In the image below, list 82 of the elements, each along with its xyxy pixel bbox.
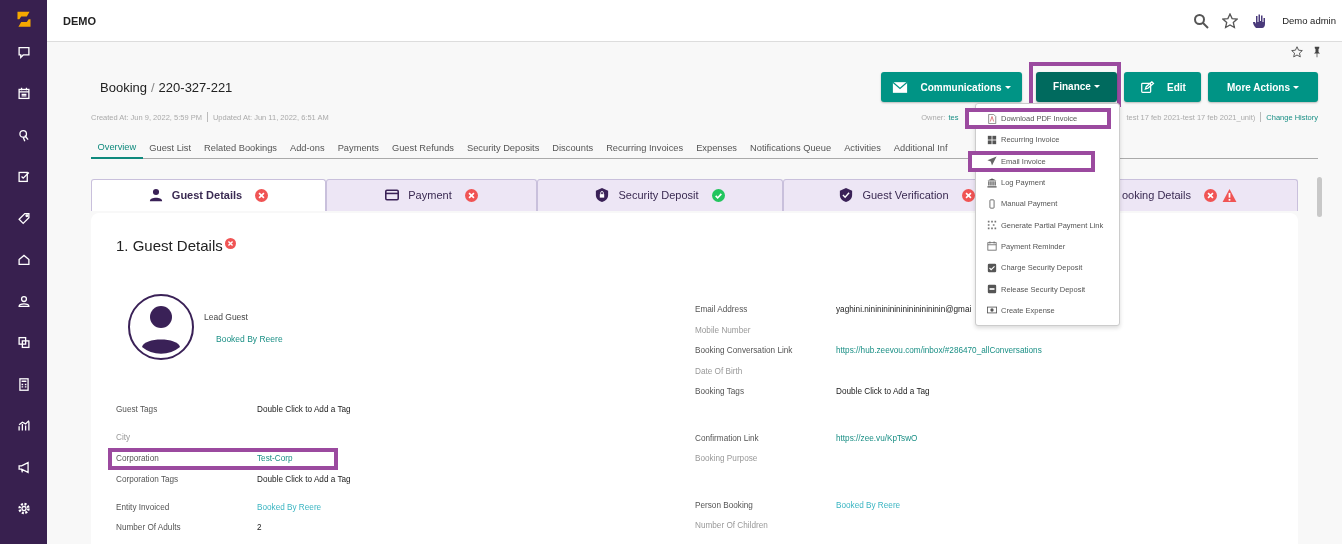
field-link[interactable]: https://hub.zeevou.com/inbox/#286470_allConversations <box>836 346 1042 356</box>
chart-icon[interactable] <box>16 419 31 433</box>
nav-tab[interactable]: Security Deposits <box>460 139 546 159</box>
field-label: Confirmation Link <box>695 433 760 443</box>
check-icon[interactable] <box>16 170 31 184</box>
field-label: Booking Tags <box>695 387 745 397</box>
guest-role: Lead Guest <box>204 311 249 322</box>
action-button[interactable]: Communications <box>881 72 1022 102</box>
hand-icon[interactable] <box>1251 12 1268 29</box>
settings-icon[interactable] <box>16 502 31 516</box>
field-value: Double Click to Add a Tag <box>257 475 351 485</box>
step-tab[interactable]: Guest Details <box>91 178 326 211</box>
user-menu[interactable]: Demo admin <box>1280 15 1342 26</box>
star-icon[interactable] <box>1222 12 1239 29</box>
field-value: 2 <box>257 523 262 533</box>
action-button[interactable]: More Actions <box>1208 72 1318 102</box>
tag-icon[interactable] <box>16 211 31 225</box>
action-button[interactable]: Finance <box>1036 71 1117 102</box>
star-icon[interactable] <box>1291 46 1303 58</box>
banknote-icon <box>987 305 997 316</box>
shield-check-icon <box>839 188 854 202</box>
shield-lock-icon <box>595 188 610 202</box>
calc-icon[interactable] <box>16 377 31 391</box>
nav-tab[interactable]: Additional Inf <box>887 139 955 159</box>
field-label: Mobile Number <box>695 325 752 335</box>
avatar-icon <box>128 293 194 360</box>
field-link[interactable]: https://zee.vu/KpTswO <box>836 433 918 443</box>
nav-tab[interactable]: Recurring Invoices <box>599 139 690 159</box>
field-value: Double Click to Add a Tag <box>836 387 930 397</box>
nav-tab[interactable]: Notifications Queue <box>743 139 838 159</box>
field-label: Date Of Birth <box>695 366 744 376</box>
nav-tab[interactable]: Related Bookings <box>197 139 284 159</box>
chat-icon[interactable] <box>16 45 31 59</box>
field-label: Guest Tags <box>116 405 159 415</box>
field-label: City <box>116 432 132 442</box>
field-label: Corporation Tags <box>116 475 180 485</box>
nav-tab[interactable]: Discounts <box>545 139 600 159</box>
field-value: Double Click to Add a Tag <box>257 405 351 415</box>
nav-tab[interactable]: Overview <box>91 139 143 159</box>
field-link[interactable]: Test-Corp <box>257 454 293 463</box>
field-label: Corporation <box>116 454 160 463</box>
booking-number: 220-327-221 <box>158 79 233 95</box>
step-tab[interactable]: Security Deposit <box>537 178 783 211</box>
calendar-icon <box>987 241 997 252</box>
field-label: Email Address <box>695 305 749 315</box>
credit-card-icon <box>385 188 400 202</box>
checkbox-icon <box>987 262 997 273</box>
app-name: DEMO <box>63 14 96 27</box>
person-icon <box>148 188 163 202</box>
action-button[interactable]: Edit <box>1124 72 1201 102</box>
step-tab[interactable]: Payment <box>326 178 537 211</box>
field-label: Booking Purpose <box>695 454 759 464</box>
scrollbar[interactable] <box>1317 177 1322 217</box>
pdf-file-icon <box>987 113 997 124</box>
nav-tab[interactable]: Add-ons <box>283 139 332 159</box>
breadcrumb-link[interactable]: Booking <box>100 79 147 95</box>
field-value: yaghini.ninininininininininininin@gmai <box>836 305 972 315</box>
person-icon[interactable] <box>16 294 31 308</box>
edit-icon <box>1139 80 1156 94</box>
search-icon[interactable] <box>1193 12 1210 29</box>
minus-square-icon <box>987 284 997 294</box>
grid-icon <box>987 134 997 145</box>
field-label: Number Of Children <box>695 521 769 531</box>
field-label: Entity Invoiced <box>116 502 171 512</box>
nav-tab[interactable]: Guest List <box>142 139 198 159</box>
bank-icon <box>987 177 997 188</box>
home-icon[interactable] <box>16 253 31 267</box>
section-title: 1. Guest Details <box>116 236 223 254</box>
copy-icon[interactable] <box>16 336 31 350</box>
envelope-icon <box>892 80 909 94</box>
nav-tab[interactable]: Payments <box>331 139 386 159</box>
field-label: Number Of Adults <box>116 523 182 533</box>
calendar-icon[interactable] <box>16 87 31 101</box>
nav-tab[interactable]: Expenses <box>689 139 744 159</box>
field-label: Booking Conversation Link <box>695 346 794 356</box>
nav-tab[interactable]: Activities <box>837 139 888 159</box>
nav-tab[interactable]: Guest Refunds <box>385 139 461 159</box>
booked-by-link[interactable]: Booked By Reere <box>216 333 283 344</box>
breadcrumb-separator: / <box>151 79 155 95</box>
megaphone-icon[interactable] <box>16 460 31 474</box>
paper-plane-icon <box>987 156 997 167</box>
field-label: Person Booking <box>695 500 754 510</box>
